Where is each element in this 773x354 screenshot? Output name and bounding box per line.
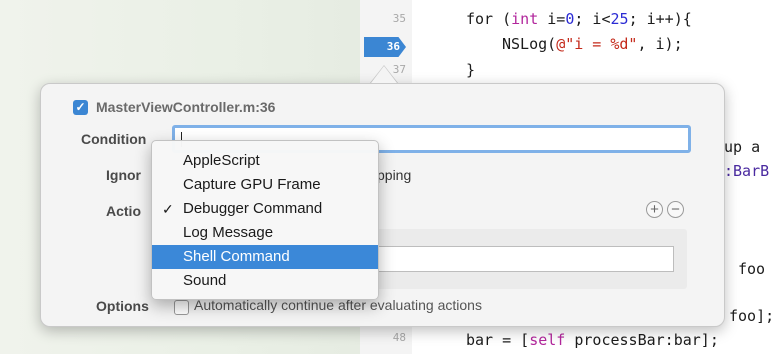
code-line-48: bar = [self processBar:bar]; xyxy=(466,331,719,349)
code-line-37: } xyxy=(466,61,476,79)
code-fragment: foo]; xyxy=(729,307,773,325)
action-label: Actio xyxy=(106,203,141,219)
menu-item-debugger-command[interactable]: ✓ Debugger Command xyxy=(152,197,378,221)
code-line-36: NSLog(@"i = %d", i); xyxy=(502,35,683,53)
popover-arrow-fill xyxy=(371,66,397,83)
code-fragment: :BarB xyxy=(724,162,770,180)
code-line-35: for (int i=0; i<25; i++){ xyxy=(466,10,692,28)
line-number: 48 xyxy=(392,331,406,344)
line-number: 35 xyxy=(392,12,406,25)
breakpoint-marker[interactable]: 36 xyxy=(364,37,406,57)
condition-label: Condition xyxy=(81,131,147,147)
ignore-suffix-text: pping xyxy=(377,167,412,183)
action-type-menu: AppleScript Capture GPU Frame ✓ Debugger … xyxy=(151,140,379,300)
breakpoint-title: MasterViewController.m:36 xyxy=(96,99,276,115)
checkmark-icon: ✓ xyxy=(162,201,174,217)
menu-item-capture-gpu-frame[interactable]: Capture GPU Frame xyxy=(152,173,378,197)
breakpoint-enabled-checkbox[interactable]: ✓ xyxy=(73,100,88,115)
menu-item-applescript[interactable]: AppleScript xyxy=(152,149,378,173)
menu-item-log-message[interactable]: Log Message xyxy=(152,221,378,245)
menu-item-shell-command[interactable]: Shell Command xyxy=(152,245,378,269)
add-action-button[interactable]: + xyxy=(646,201,663,218)
code-fragment: up a xyxy=(724,138,761,156)
action-command-input[interactable] xyxy=(377,246,674,272)
remove-action-button[interactable]: − xyxy=(667,201,684,218)
breakpoint-editor-popover xyxy=(40,83,725,327)
ignore-label: Ignor xyxy=(106,167,141,183)
auto-continue-checkbox[interactable] xyxy=(174,300,189,315)
options-label: Options xyxy=(96,298,149,314)
code-fragment: foo xyxy=(738,260,766,278)
menu-item-sound[interactable]: Sound xyxy=(152,269,378,293)
